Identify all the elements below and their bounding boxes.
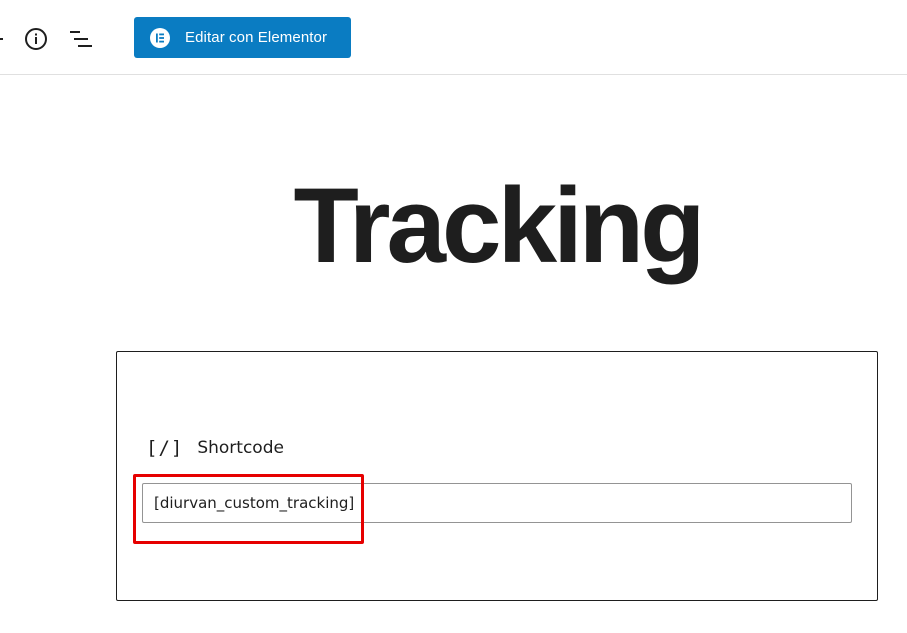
toolbar-edge-icon	[0, 38, 3, 40]
info-circle-icon	[25, 28, 47, 50]
shortcode-block-header: [/] Shortcode	[146, 435, 284, 461]
elementor-logo-icon	[150, 27, 170, 48]
shortcode-block-title: Shortcode	[197, 438, 284, 458]
info-button[interactable]	[23, 26, 49, 52]
editor-toolbar: Editar con Elementor	[0, 0, 907, 75]
list-outline-icon	[70, 31, 92, 47]
list-view-button[interactable]	[67, 26, 95, 52]
shortcode-input[interactable]	[142, 483, 852, 523]
shortcode-block[interactable]: [/] Shortcode	[116, 351, 878, 601]
edit-with-elementor-button[interactable]: Editar con Elementor	[134, 17, 351, 58]
post-title[interactable]: Tracking	[0, 165, 907, 285]
edit-with-elementor-label: Editar con Elementor	[185, 29, 328, 46]
shortcode-icon: [/]	[146, 437, 184, 459]
editor-page: Editar con Elementor Tracking [/] Shortc…	[0, 0, 907, 633]
